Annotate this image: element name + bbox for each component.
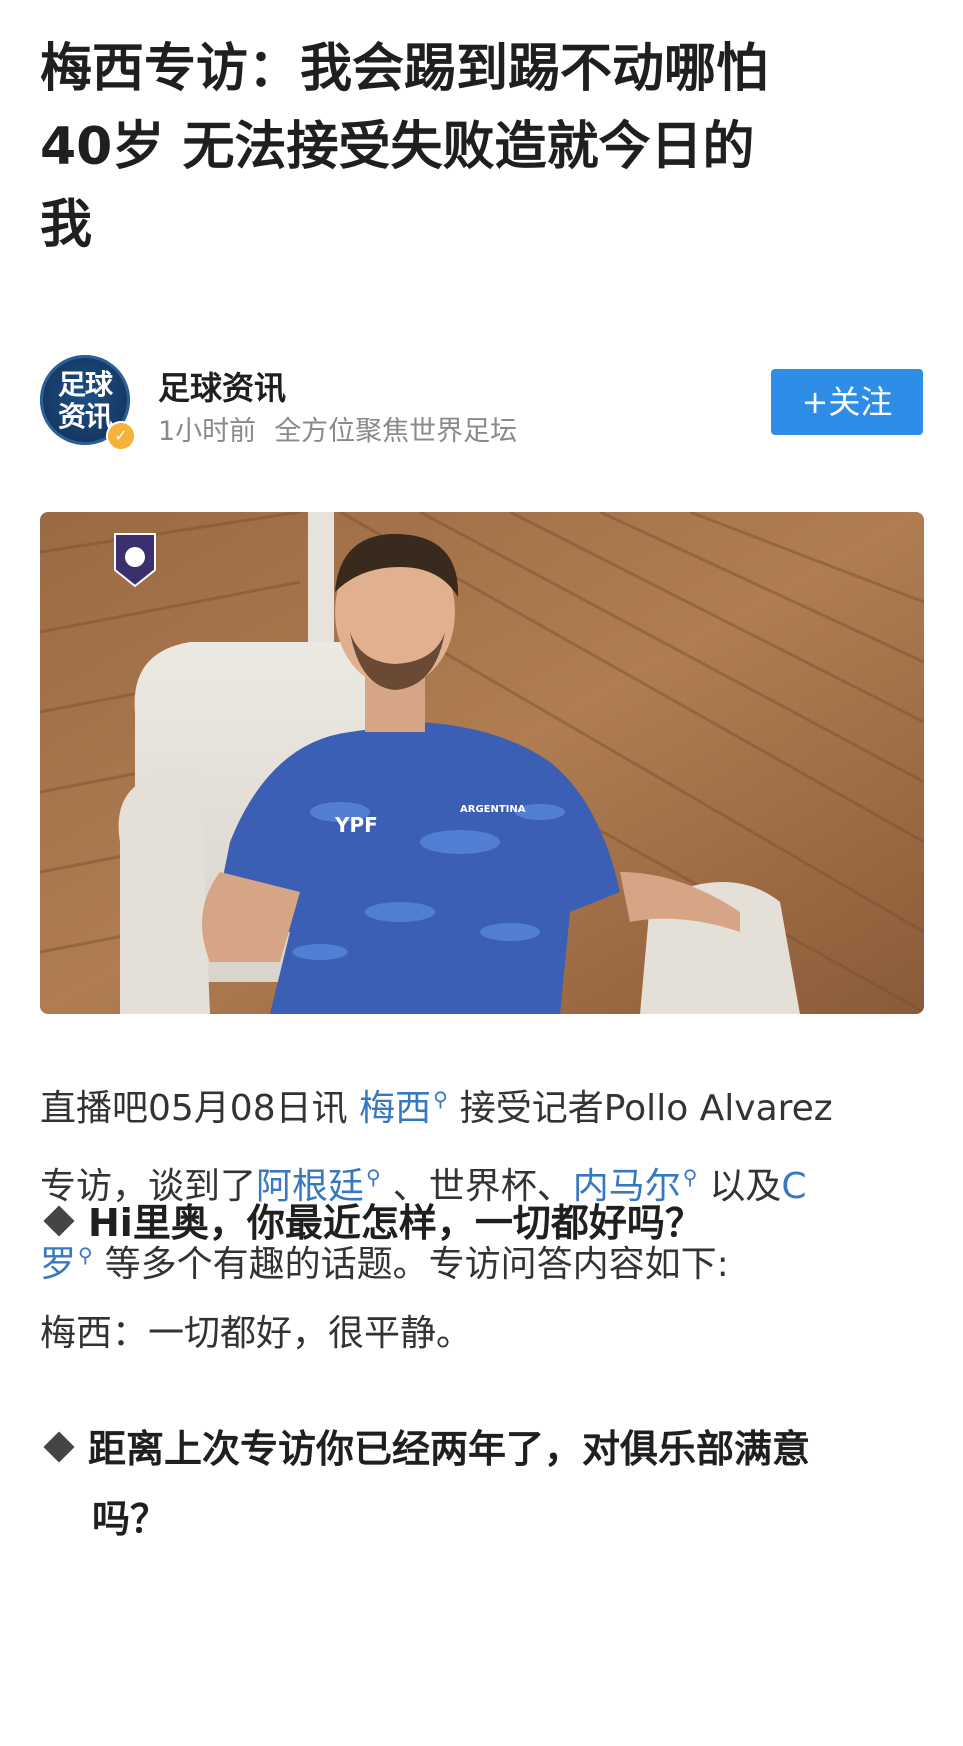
question-2-text-line-1: 距离上次专访你已经两年了，对俱乐部满意 (88, 1427, 811, 1471)
verified-badge-icon: ✓ (106, 421, 136, 451)
jersey-badge-text: ARGENTINA (460, 804, 526, 815)
follow-button[interactable]: +关注 (771, 369, 923, 435)
diamond-bullet-icon (43, 1431, 75, 1463)
author-name[interactable]: 足球资讯 (158, 363, 286, 409)
link-messi[interactable]: 梅西 ⚲ (359, 1087, 460, 1129)
post-time: 1小时前 (158, 416, 257, 447)
question-1: Hi里奥，你最近怎样，一切都好吗？ (40, 1188, 924, 1258)
search-icon: ⚲ (366, 1165, 381, 1189)
title-line-3: 我 (40, 195, 93, 255)
question-2-text-line-2: 吗？ (92, 1497, 169, 1541)
author-description: 全方位聚焦世界足坛 (274, 416, 518, 447)
search-icon: ⚲ (433, 1087, 448, 1111)
search-icon: ⚲ (682, 1165, 698, 1189)
author-avatar[interactable]: 足球 资讯 ✓ (40, 355, 136, 451)
author-bar: 足球 资讯 ✓ 足球资讯 1小时前 全方位聚焦世界足坛 +关注 (40, 355, 923, 451)
link-messi-label: 梅西 (359, 1088, 432, 1129)
intro-paragraph: 直播吧05月08日讯 梅西 ⚲ 接受记者Pollo Alvarez 专访，谈到了阿根… (40, 1065, 924, 1299)
author-meta: 1小时前 全方位聚焦世界足坛 (158, 409, 517, 448)
question-2: 距离上次专访你已经两年了，对俱乐部满意 吗？ (40, 1414, 924, 1554)
title-line-2: 40岁 无法接受失败造就今日的 (40, 117, 755, 177)
avatar-text-line-2: 资讯 (57, 400, 113, 433)
jersey-sponsor-text: YPF (334, 813, 378, 837)
question-1-text: Hi里奥，你最近怎样，一切都好吗？ (88, 1201, 703, 1245)
hero-photo-illustration: YPF ARGENTINA (40, 512, 924, 1014)
intro-part-2: 接受记者Pollo Alvarez (459, 1088, 833, 1129)
article-intro: 直播吧05月08日讯 梅西 ⚲ 接受记者Pollo Alvarez 专访，谈到了阿根… (40, 1065, 924, 1299)
diamond-bullet-icon (43, 1205, 75, 1237)
title-line-1: 梅西专访：我会踢到踢不动哪怕 (40, 39, 769, 99)
hero-image[interactable]: YPF ARGENTINA (40, 512, 924, 1014)
intro-prefix: 直播吧05月08日讯 (40, 1088, 360, 1129)
avatar-text-line-1: 足球 (57, 368, 113, 401)
answer-1: 梅西：一切都好，很平静。 (40, 1313, 473, 1354)
article-title: 梅西专访：我会踢到踢不动哪怕 40岁 无法接受失败造就今日的 我 (40, 30, 920, 264)
